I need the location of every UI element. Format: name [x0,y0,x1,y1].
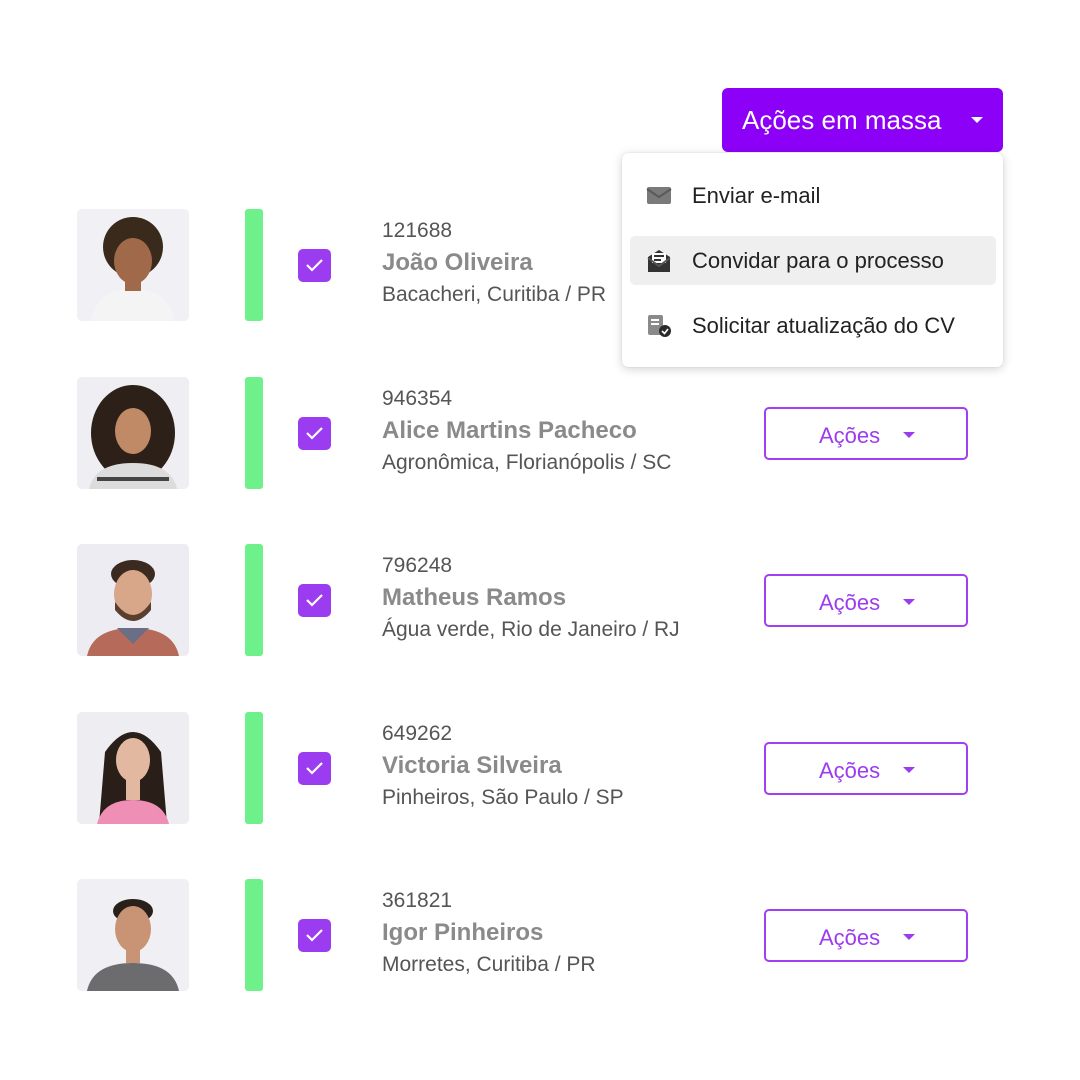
candidate-photo [77,544,189,656]
candidate-id: 796248 [382,554,453,577]
actions-button-label: Ações [819,925,881,950]
candidate-photo [77,377,189,489]
menu-item-label: Convidar para o processo [692,247,944,273]
candidate-name: Igor Pinheiros [382,919,544,946]
menu-item-request-cv-update[interactable]: Solicitar atualização do CV [630,301,996,350]
candidate-row: 649262 Victoria Silveira Pinheiros, São … [0,712,1080,824]
caret-down-icon [903,599,915,605]
candidate-name: Matheus Ramos [382,584,567,611]
candidate-location: Morretes, Curitiba / PR [382,953,596,976]
caret-down-icon [903,432,915,438]
bulk-actions-label: Ações em massa [742,104,942,135]
caret-down-icon [903,934,915,940]
candidate-checkbox[interactable] [298,584,331,617]
candidate-row: 796248 Matheus Ramos Água verde, Rio de … [0,544,1080,656]
envelope-icon [646,184,672,208]
actions-button[interactable]: Ações [764,574,968,627]
candidate-id: 946354 [382,387,453,410]
candidate-location: Água verde, Rio de Janeiro / RJ [382,618,680,641]
menu-item-label: Solicitar atualização do CV [692,312,955,338]
candidate-row: 361821 Igor Pinheiros Morretes, Curitiba… [0,879,1080,991]
candidate-location: Bacacheri, Curitiba / PR [382,283,607,306]
actions-button[interactable]: Ações [764,742,968,795]
candidate-location: Agronômica, Florianópolis / SC [382,451,672,474]
candidate-id: 121688 [382,219,453,242]
bulk-actions-button[interactable]: Ações em massa [722,88,1003,152]
status-bar [245,544,263,656]
candidate-photo [77,712,189,824]
actions-button[interactable]: Ações [764,909,968,962]
candidate-name: João Oliveira [382,249,533,276]
actions-button-label: Ações [819,758,881,783]
candidate-checkbox[interactable] [298,417,331,450]
candidate-location: Pinheiros, São Paulo / SP [382,786,624,809]
actions-button[interactable]: Ações [764,407,968,460]
menu-item-label: Enviar e-mail [692,182,821,208]
menu-item-invite-process[interactable]: Convidar para o processo [630,236,996,285]
caret-down-icon [971,117,983,123]
menu-item-send-email[interactable]: Enviar e-mail [630,171,996,220]
status-bar [245,879,263,991]
candidate-checkbox[interactable] [298,919,331,952]
document-check-icon [646,314,672,338]
candidate-name: Alice Martins Pacheco [382,417,637,444]
candidate-photo [77,879,189,991]
candidate-checkbox[interactable] [298,249,331,282]
candidate-id: 649262 [382,722,453,745]
candidate-row: 946354 Alice Martins Pacheco Agronômica,… [0,377,1080,489]
bulk-actions-menu: Enviar e-mail Convidar para o processo S… [622,153,1003,367]
status-bar [245,712,263,824]
candidate-name: Victoria Silveira [382,752,562,779]
candidate-checkbox[interactable] [298,752,331,785]
actions-button-label: Ações [819,590,881,615]
candidate-photo [77,209,189,321]
invite-envelope-icon [646,249,672,273]
caret-down-icon [903,767,915,773]
actions-button-label: Ações [819,423,881,448]
candidate-id: 361821 [382,889,453,912]
status-bar [245,377,263,489]
status-bar [245,209,263,321]
